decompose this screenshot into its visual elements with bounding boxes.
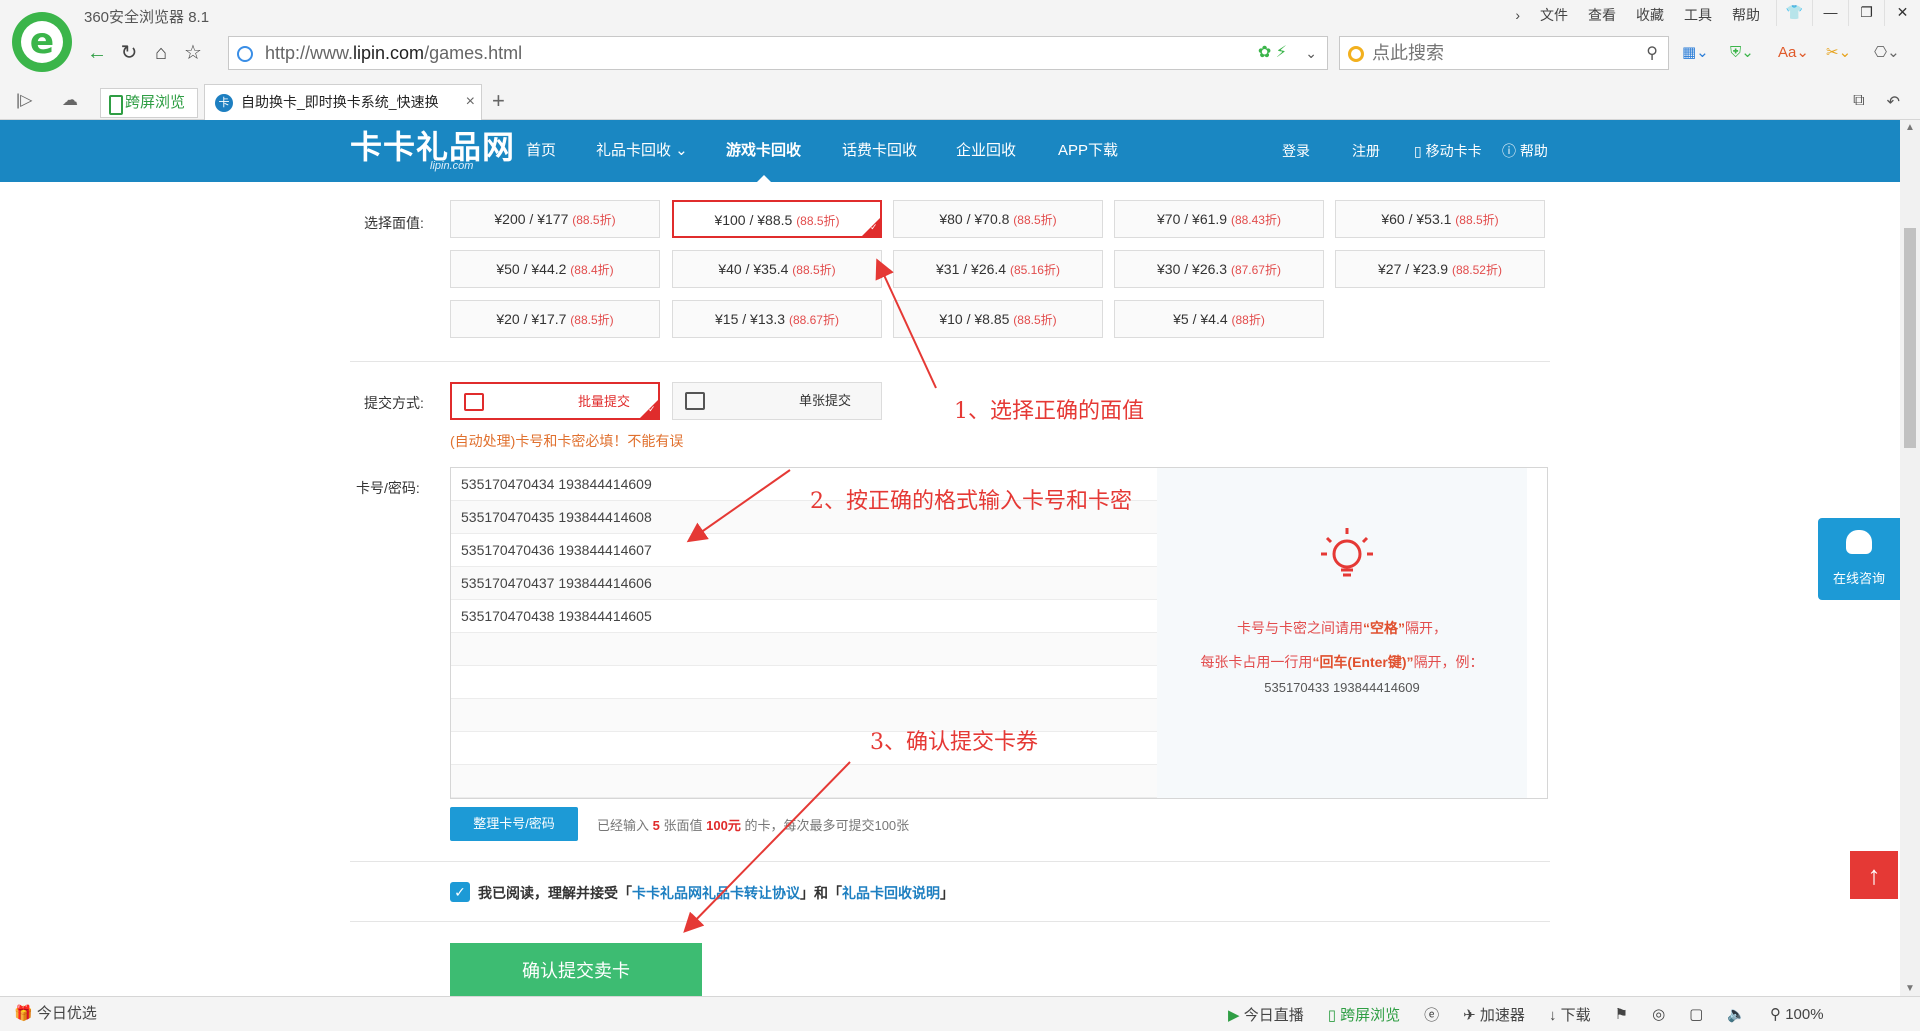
arrow-step3 bbox=[683, 761, 851, 933]
zoom-icon: ⚲ bbox=[1770, 1006, 1786, 1023]
annotation-step2: 2、按正确的格式输入卡号和卡密 bbox=[810, 489, 1132, 514]
page-scrollbar[interactable]: ▲ ▼ bbox=[1900, 120, 1920, 996]
status-window-icon[interactable]: ▢ bbox=[1689, 1005, 1703, 1023]
scroll-up-icon[interactable]: ▲ bbox=[1900, 122, 1920, 133]
status-ie-icon[interactable]: ⓔ bbox=[1424, 1004, 1439, 1025]
online-consult-button[interactable]: 在线咨询 bbox=[1818, 518, 1900, 600]
status-volume-icon[interactable]: 🔈 bbox=[1727, 1005, 1746, 1023]
scroll-down-icon[interactable]: ▼ bbox=[1900, 983, 1920, 994]
gift-icon: 🎁 bbox=[14, 1005, 37, 1022]
status-zoom[interactable]: ⚲ 100% bbox=[1770, 1005, 1824, 1023]
rocket-icon: ✈ bbox=[1463, 1006, 1480, 1024]
status-flag-icon[interactable]: ⚑ bbox=[1615, 1005, 1628, 1023]
status-clean-icon[interactable]: ◎ bbox=[1652, 1005, 1665, 1023]
chat-bubble-icon bbox=[1846, 530, 1872, 554]
play-icon: ▶ bbox=[1228, 1006, 1244, 1024]
phone-icon: ▯ bbox=[1327, 1006, 1341, 1024]
status-tools: ▶ 今日直播 ▯ 跨屏浏览 ⓔ ✈ 加速器 ↓ 下载 ⚑ ◎ ▢ 🔈 ⚲ 100… bbox=[1228, 997, 1824, 1031]
status-today-picks[interactable]: 🎁 今日优选 bbox=[14, 997, 97, 1031]
scrollbar-thumb[interactable] bbox=[1904, 228, 1916, 448]
arrow-step1 bbox=[875, 258, 937, 389]
annotation-step3: 3、确认提交卡券 bbox=[870, 730, 1038, 755]
annotation-step1: 1、选择正确的面值 bbox=[954, 399, 1144, 424]
back-to-top-button[interactable]: ↑ bbox=[1850, 851, 1898, 899]
arrow-step2 bbox=[686, 469, 791, 543]
status-download[interactable]: ↓ 下载 bbox=[1549, 1004, 1591, 1025]
status-bar: 🎁 今日优选 ▶ 今日直播 ▯ 跨屏浏览 ⓔ ✈ 加速器 ↓ 下载 ⚑ ◎ ▢ … bbox=[0, 996, 1920, 1031]
download-icon: ↓ bbox=[1548, 1006, 1561, 1024]
status-live[interactable]: ▶ 今日直播 bbox=[1228, 1004, 1304, 1025]
status-accelerator[interactable]: ✈ 加速器 bbox=[1463, 1004, 1525, 1025]
status-cross-screen[interactable]: ▯ 跨屏浏览 bbox=[1328, 1004, 1400, 1025]
annotation-arrows bbox=[683, 258, 937, 933]
